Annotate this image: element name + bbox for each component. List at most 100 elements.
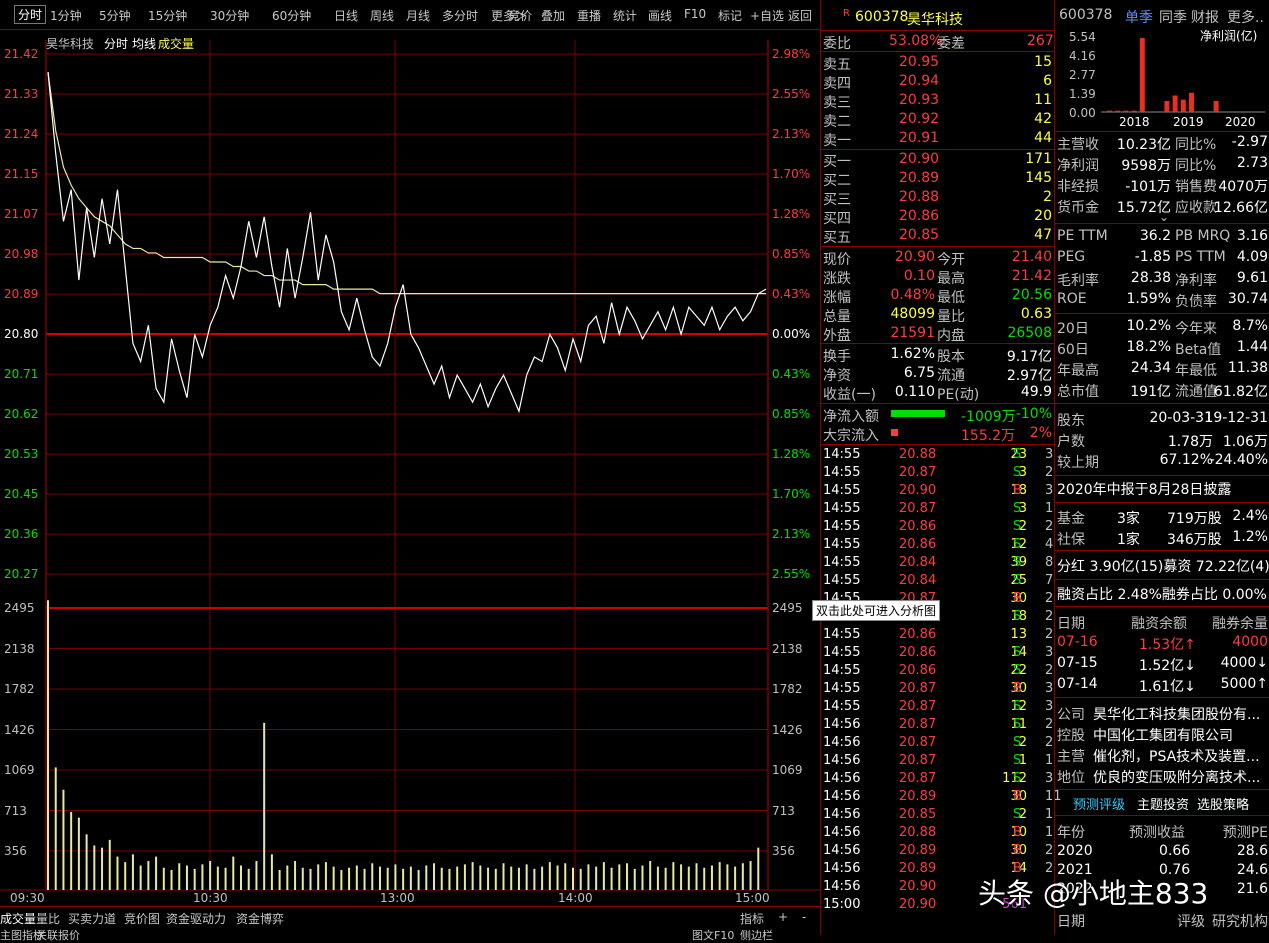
tick-count: 7 [1045, 573, 1054, 588]
intraday-chart[interactable]: 21.42 2.98% 21.33 2.55% 21.24 2.13% 21.15 1.70%… [0, 30, 820, 906]
tool-7[interactable]: +自选 [750, 7, 784, 24]
indicator-ctrl-1[interactable]: + [778, 910, 788, 924]
stat2-row: 净资 6.75 流通 2.97亿 [821, 364, 1054, 384]
perf-row-k1: 年最高 [1057, 363, 1099, 379]
company-v: 昊华化工科技集团股份有... [1093, 707, 1261, 723]
indicator-ctrl-2[interactable]: - [802, 910, 806, 924]
price-tick: 20.36 [4, 527, 39, 541]
indicator-tab-3[interactable]: 竞价图 [124, 910, 160, 927]
stat-value2: 26508 [1007, 325, 1052, 341]
f10-tab-0[interactable]: 单季 [1125, 7, 1153, 27]
ask-row: 卖一 20.91 44 [821, 129, 1054, 149]
tick-row: 14:56 20.87 11 S 2 [821, 716, 1054, 735]
tick-row: 14:56 20.89 30 B 2 [821, 842, 1054, 861]
bottom-tab2-2[interactable]: 图文F10 [692, 927, 734, 943]
pct-tick: 2.55% [772, 567, 811, 581]
sub-tab-2[interactable]: 选股策略 [1197, 794, 1249, 813]
perf-row: 总市值 191亿 流通值 61.82亿 [1055, 379, 1269, 400]
tick-price: 20.86 [899, 663, 937, 678]
tick-price: 20.86 [899, 627, 937, 642]
period-tab-3[interactable]: 15分钟 [148, 7, 187, 24]
weicha-value: 267 [1027, 33, 1054, 49]
report-note: 2020年中报于8月28日披露 [1057, 482, 1232, 498]
period-tab-5[interactable]: 60分钟 [272, 7, 311, 24]
indicator-tab-4[interactable]: 资金驱动力 [166, 910, 226, 927]
period-tab-9[interactable]: 多分时 [442, 7, 478, 24]
sep [1055, 223, 1269, 224]
margin-ratio-row: 融资占比 2.48%融券占比 0.00% [1057, 587, 1267, 603]
tool-6[interactable]: 标记 [718, 7, 742, 24]
tool-2[interactable]: 重播 [577, 7, 601, 24]
perf-row-v2: 1.44 [1236, 339, 1268, 355]
f10-tab-2[interactable]: 财报 [1191, 7, 1219, 27]
tool-0[interactable]: 竞价 [508, 7, 532, 24]
tick-row: 14:55 20.87 3 S 2 [821, 464, 1054, 483]
tick-price: 20.87 [899, 771, 937, 786]
period-tab-2[interactable]: 5分钟 [99, 7, 131, 24]
company-v: 催化剂，PSA技术及装置... [1093, 749, 1260, 765]
tool-1[interactable]: 叠加 [541, 7, 565, 24]
tick-price: 20.84 [899, 573, 937, 588]
tick-price: 20.87 [899, 735, 937, 750]
bid-row: 买四 20.86 20 [821, 207, 1054, 227]
perf-row-v2: 61.82亿 [1213, 384, 1268, 400]
period-tab-7[interactable]: 周线 [370, 7, 394, 24]
ask-price: 20.95 [899, 54, 940, 70]
stat-value: 48099 [890, 306, 935, 322]
price-tick: 20.27 [4, 567, 39, 581]
stat-label: 外盘 [823, 328, 851, 344]
price-tick: 20.80 [4, 327, 39, 341]
perf-row-v1: 10.2% [1126, 318, 1171, 334]
perf-row-k1: 总市值 [1057, 384, 1099, 400]
tick-time: 14:55 [823, 483, 861, 498]
tick-price: 20.87 [899, 681, 937, 696]
tick-time: 14:55 [823, 645, 861, 660]
tool-4[interactable]: 画线 [648, 7, 672, 24]
ask-label: 卖二 [823, 114, 851, 130]
flow-value: -1009万 [961, 409, 1016, 425]
f10-tab-1[interactable]: 同季 [1159, 7, 1187, 27]
stat-label2: 最高 [937, 271, 965, 287]
indicator-tab-0[interactable]: 成交量 [0, 910, 36, 927]
fc-pe: 21.6 [1236, 881, 1268, 897]
company-row: 地位 优良的变压吸附分离技术... [1055, 765, 1269, 786]
indicator-ctrl-0[interactable]: 指标 [740, 910, 764, 927]
val-row-k2: 负债率 [1175, 294, 1217, 310]
inst-pct: 1.2% [1232, 529, 1268, 545]
period-tab-4[interactable]: 30分钟 [210, 7, 249, 24]
tick-price: 20.89 [899, 789, 937, 804]
bottom-tab2-3[interactable]: 侧边栏 [740, 927, 773, 943]
bid-vol: 145 [1025, 170, 1052, 186]
tool-8[interactable]: 返回 [788, 7, 812, 24]
sub-tab-1[interactable]: 主题投资 [1137, 794, 1189, 813]
forecast-row: 2020 0.66 28.6 [1055, 841, 1269, 862]
tool-5[interactable]: F10 [684, 7, 706, 21]
profit-bar [1180, 99, 1186, 112]
volume-tick-right: 1069 [772, 763, 803, 777]
price-tick: 21.07 [4, 207, 39, 221]
indicator-tab-2[interactable]: 买卖力道 [68, 910, 116, 927]
tick-time: 14:56 [823, 807, 861, 822]
period-tab-0[interactable]: 分时 [14, 5, 47, 24]
expand-chevron-icon[interactable]: ⌄ [1159, 210, 1169, 224]
f10-tab-3[interactable]: 更多.. [1227, 7, 1264, 27]
bottom-tab2-1[interactable]: 关联报价 [36, 927, 80, 943]
tick-price: 20.87 [899, 465, 937, 480]
tick-count: 2 [1045, 663, 1054, 678]
sub-tab-0[interactable]: 预测评级 [1073, 794, 1125, 813]
perf-row: 20日 10.2% 今年来 8.7% [1055, 316, 1269, 337]
val-row-v2: 3.16 [1236, 228, 1268, 244]
tick-count: 2 [1045, 717, 1054, 732]
tool-3[interactable]: 统计 [613, 7, 637, 24]
tick-price: 20.88 [899, 447, 937, 462]
tick-time: 14:56 [823, 735, 861, 750]
period-tab-1[interactable]: 1分钟 [50, 7, 82, 24]
indicator-tab-1[interactable]: 量比 [36, 910, 60, 927]
chart-canvas[interactable] [0, 30, 820, 906]
period-tab-8[interactable]: 月线 [406, 7, 430, 24]
period-tab-6[interactable]: 日线 [334, 7, 358, 24]
ask-row: 卖四 20.94 6 [821, 72, 1054, 92]
indicator-tab-5[interactable]: 资金博弈 [236, 910, 284, 927]
fin-row-k2: 同比% [1175, 158, 1217, 174]
company-row: 主营 催化剂，PSA技术及装置... [1055, 744, 1269, 765]
